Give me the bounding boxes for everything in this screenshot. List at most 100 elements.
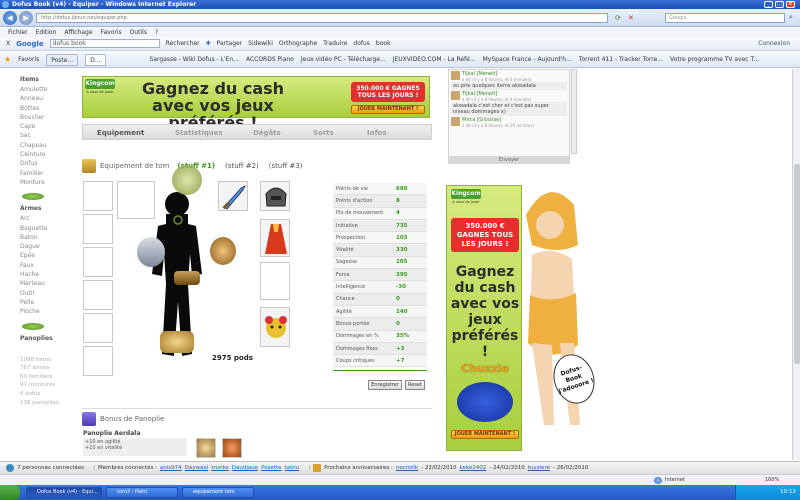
- birthday-user[interactable]: keke2402: [460, 465, 487, 471]
- zoom-level[interactable]: 100%: [765, 477, 779, 483]
- nav-weapon[interactable]: Hache: [20, 270, 70, 279]
- favorites-label[interactable]: Favoris: [18, 56, 39, 63]
- nav-weapon[interactable]: Arc: [20, 214, 70, 223]
- page-scrollbar[interactable]: [792, 69, 800, 460]
- equipment-slot[interactable]: [83, 247, 113, 277]
- equipment-slot[interactable]: [83, 214, 113, 244]
- panoplie-item-icon[interactable]: [196, 438, 216, 458]
- fav-link[interactable]: Jeux vidéo PC - Télécharge...: [301, 56, 386, 63]
- menu-fichier[interactable]: Fichier: [8, 29, 28, 36]
- fav-link[interactable]: Sargasse - Wiki Dofus - L'En...: [150, 56, 239, 63]
- nav-item[interactable]: Familier: [20, 169, 70, 178]
- tab-statistiques[interactable]: Statistiques: [175, 129, 223, 137]
- toolbar-rechercher[interactable]: Rechercher: [166, 40, 200, 47]
- nav-heading-panoplies[interactable]: Panoplies: [20, 334, 70, 344]
- nav-item[interactable]: Ceinture: [20, 150, 70, 159]
- toolbar-sidewiki[interactable]: Sidewiki: [248, 40, 273, 47]
- fav-link[interactable]: Votre programme TV avec T...: [670, 56, 759, 63]
- member-link[interactable]: trunks: [211, 465, 228, 471]
- refresh-icon[interactable]: ⟳: [615, 14, 621, 22]
- nav-weapon[interactable]: Pelle: [20, 298, 70, 307]
- chat-send-button[interactable]: Envoyer: [449, 156, 569, 164]
- boots-item-icon[interactable]: [160, 331, 194, 353]
- nav-item[interactable]: Chapeau: [20, 141, 70, 150]
- nav-item[interactable]: Sac: [20, 131, 70, 140]
- tab-infos[interactable]: Infos: [367, 129, 387, 137]
- member-link[interactable]: Daudjaue: [232, 465, 258, 471]
- maximize-button[interactable]: □: [775, 1, 784, 8]
- browser-tab-active[interactable]: D...: [85, 53, 106, 66]
- member-link[interactable]: Posette: [261, 465, 281, 471]
- forward-icon[interactable]: ▶: [19, 11, 33, 25]
- member-link[interactable]: Daywaal: [185, 465, 209, 471]
- weapon-slot[interactable]: [218, 181, 248, 211]
- start-button[interactable]: [0, 485, 20, 500]
- fav-link[interactable]: MySpace France - Aujourd'h...: [483, 56, 572, 63]
- toolbar-partager[interactable]: Partager: [217, 40, 243, 47]
- toolbar-orthographe[interactable]: Orthographe: [279, 40, 317, 47]
- ring-item-icon[interactable]: [137, 237, 165, 267]
- equipment-slot[interactable]: [83, 280, 113, 310]
- tab-sorts[interactable]: Sorts: [313, 129, 334, 137]
- menu-edition[interactable]: Edition: [36, 29, 57, 36]
- nav-item[interactable]: Amulette: [20, 85, 70, 94]
- fav-link[interactable]: JEUXVIDEO.COM - La Réfé...: [393, 56, 476, 63]
- nav-weapon[interactable]: Baton: [20, 233, 70, 242]
- plus-icon[interactable]: ✚: [206, 40, 211, 47]
- tab-degats[interactable]: Dégâts: [253, 129, 281, 137]
- menu-help[interactable]: ?: [155, 29, 158, 36]
- nav-item[interactable]: Dofus: [20, 159, 70, 168]
- taskbar-item-paint[interactable]: tom2 - Paint: [106, 487, 178, 498]
- banner-play-button[interactable]: JOUER MAINTENANT !: [351, 105, 425, 114]
- nav-item[interactable]: Anneau: [20, 94, 70, 103]
- panoplie-name[interactable]: Panoplie Aerdala: [83, 430, 140, 437]
- birthday-user[interactable]: tuyziere: [528, 465, 550, 471]
- kingcom-banner-side[interactable]: Kingcom A vous de jouer 350.000 € GAGNES…: [446, 185, 522, 451]
- save-button[interactable]: Enregistrer: [368, 380, 402, 390]
- favorites-star-icon[interactable]: ★: [4, 55, 11, 64]
- google-search-input[interactable]: dofus book: [49, 39, 160, 48]
- minimize-button[interactable]: _: [764, 1, 773, 8]
- equipment-slot[interactable]: [260, 181, 290, 211]
- stop-icon[interactable]: ✕: [628, 14, 634, 22]
- chat-scrollbar[interactable]: [571, 69, 577, 154]
- menu-affichage[interactable]: Affichage: [64, 29, 92, 36]
- equipment-slot[interactable]: [260, 219, 290, 257]
- member-link[interactable]: anis974: [160, 465, 182, 471]
- browser-tab[interactable]: Poste...: [46, 53, 79, 66]
- taskbar-item-folder[interactable]: equipement tom: [182, 487, 254, 498]
- nav-weapon[interactable]: Faux: [20, 261, 70, 270]
- equipment-slot[interactable]: [83, 313, 113, 343]
- pet-slot[interactable]: [260, 307, 290, 347]
- menu-outils[interactable]: Outils: [130, 29, 147, 36]
- toolbar-close-icon[interactable]: X: [6, 40, 10, 47]
- tab-equipement[interactable]: Equipement: [97, 129, 144, 137]
- menu-favoris[interactable]: Favoris: [101, 29, 122, 36]
- toolbar-traduire[interactable]: Traduire: [323, 40, 347, 47]
- nav-weapon[interactable]: Dague: [20, 242, 70, 251]
- kingcom-banner-top[interactable]: Kingcom A vous de jouer Gagnez du cash a…: [82, 76, 430, 131]
- nav-item[interactable]: Monture: [20, 178, 70, 187]
- toolbar-book[interactable]: book: [376, 40, 391, 47]
- nav-weapon[interactable]: Baguette: [20, 224, 70, 233]
- fav-link[interactable]: Torrent 411 - Tracker Torre...: [579, 56, 663, 63]
- url-input[interactable]: http://dofus.jdoun.net/equiper.php: [36, 13, 608, 23]
- amulet-item-icon[interactable]: [172, 165, 202, 195]
- reset-button[interactable]: Reset: [405, 380, 425, 390]
- equipment-slot[interactable]: [83, 181, 113, 211]
- member-link[interactable]: tatnu: [285, 465, 300, 471]
- equipment-slot[interactable]: [260, 262, 290, 300]
- close-window-button[interactable]: ×: [786, 1, 795, 8]
- taskbar-item-dofusbook[interactable]: Dofus Book (v4) - Equi...: [26, 487, 102, 498]
- nav-weapon[interactable]: Outil: [20, 289, 70, 298]
- nav-item[interactable]: Cape: [20, 122, 70, 131]
- nav-item[interactable]: Bottes: [20, 104, 70, 113]
- toolbar-connexion[interactable]: Connexion: [758, 40, 800, 47]
- equipment-slot[interactable]: [83, 346, 113, 376]
- nav-weapon[interactable]: Marteau: [20, 279, 70, 288]
- back-icon[interactable]: ◀: [3, 11, 17, 25]
- nav-weapon[interactable]: Pioche: [20, 307, 70, 316]
- ring-item-icon[interactable]: [210, 237, 236, 265]
- stuff-2-link[interactable]: (stuff #2): [225, 162, 259, 170]
- nav-weapon[interactable]: Epée: [20, 251, 70, 260]
